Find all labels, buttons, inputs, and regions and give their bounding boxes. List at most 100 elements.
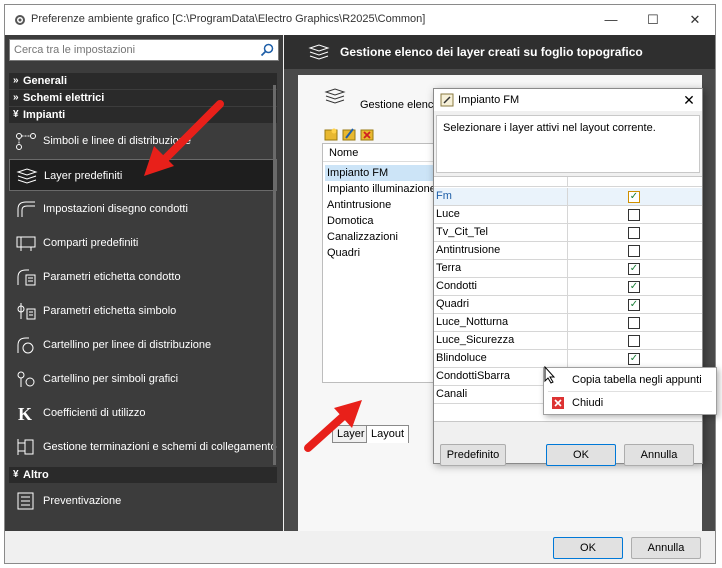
menu-item-gestione-terminazioni[interactable]: Gestione terminazioni e schemi di colleg… xyxy=(9,431,277,463)
layer-name: Terra xyxy=(436,262,462,274)
checklist-row[interactable]: Quadri ✓ xyxy=(434,296,702,314)
grid-separator xyxy=(567,350,568,368)
minimize-button[interactable]: — xyxy=(599,11,623,29)
menu-item-cartellino-simboli-label: Cartellino per simboli grafici xyxy=(43,373,179,385)
layer-name: Fm xyxy=(436,190,452,202)
layer-checkbox[interactable]: ✓ xyxy=(628,299,640,311)
layer-checkbox[interactable] xyxy=(628,245,640,257)
layers-icon xyxy=(308,44,330,60)
search-box[interactable] xyxy=(9,39,279,61)
list-toolbar xyxy=(324,128,374,141)
menu-item-impostazioni-label: Impostazioni disegno condotti xyxy=(43,203,188,215)
grid-separator xyxy=(567,260,568,278)
layer-name: Luce_Sicurezza xyxy=(436,334,515,346)
bottom-bar: OK Annulla xyxy=(5,531,715,563)
mouse-cursor-icon xyxy=(544,366,556,384)
copy-table-label: Copia tabella negli appunti xyxy=(572,374,702,386)
chevron-right-icon: » xyxy=(13,92,19,103)
red-arrow-icon xyxy=(304,400,362,452)
layer-checkbox[interactable]: ✓ xyxy=(628,281,640,293)
menu-item-cartellino-simboli[interactable]: Cartellino per simboli grafici xyxy=(9,363,277,395)
menu-item-cartellino-linee[interactable]: Cartellino per linee di distribuzione xyxy=(9,329,277,361)
checklist-row[interactable]: Luce_Notturna xyxy=(434,314,702,332)
layer-checkbox[interactable] xyxy=(628,209,640,221)
layer-checkbox[interactable]: ✓ xyxy=(628,191,640,203)
chevron-right-icon: » xyxy=(13,75,19,86)
grid-separator xyxy=(567,177,568,187)
menu-item-impostazioni-condotti[interactable]: Impostazioni disegno condotti xyxy=(9,193,277,225)
compartments-icon xyxy=(16,236,36,251)
copy-table-menu-item[interactable]: Copia tabella negli appunti xyxy=(546,369,714,391)
conduit-drawing-icon xyxy=(17,201,35,217)
delete-folder-icon[interactable] xyxy=(360,129,374,141)
terminations-icon xyxy=(17,439,34,455)
section-altro[interactable]: ¥ Altro xyxy=(9,467,277,483)
content-header: Gestione elenco dei layer creati su fogl… xyxy=(284,35,715,69)
distribution-card-icon xyxy=(17,337,34,354)
close-menu-item[interactable]: Chiudi xyxy=(546,392,714,414)
menu-item-parametri-condotto-label: Parametri etichetta condotto xyxy=(43,271,181,283)
grid-separator xyxy=(567,314,568,332)
section-generali-label: Generali xyxy=(23,75,68,87)
grid-separator xyxy=(567,242,568,260)
menu-item-parametri-condotto[interactable]: Parametri etichetta condotto xyxy=(9,261,277,293)
grid-separator xyxy=(567,278,568,296)
edit-folder-icon[interactable] xyxy=(342,128,356,141)
checklist-row[interactable]: Blindoluce ✓ xyxy=(434,350,702,368)
dialog-ok-button[interactable]: OK xyxy=(546,444,616,466)
layer-checkbox[interactable]: ✓ xyxy=(628,263,640,275)
menu-item-parametri-simbolo[interactable]: Parametri etichetta simbolo xyxy=(9,295,277,327)
layer-name: Luce_Notturna xyxy=(436,316,509,328)
menu-item-preventivazione-label: Preventivazione xyxy=(43,495,122,507)
red-arrow-icon xyxy=(144,100,224,176)
grid-header-row xyxy=(434,177,702,187)
grid-separator xyxy=(567,206,568,224)
cancel-button[interactable]: Annulla xyxy=(631,537,701,559)
sidebar-scrollbar[interactable] xyxy=(273,85,276,465)
dialog-title-bar: Impianto FM ✕ xyxy=(434,89,702,111)
search-icon[interactable] xyxy=(260,43,274,57)
checklist-row[interactable]: Luce_Sicurezza xyxy=(434,332,702,350)
ok-button[interactable]: OK xyxy=(553,537,623,559)
layer-name: Quadri xyxy=(436,298,470,310)
grid-separator xyxy=(567,188,568,206)
search-input[interactable] xyxy=(14,43,264,57)
symbol-card-icon xyxy=(17,371,35,387)
layer-name: Luce xyxy=(436,208,460,220)
default-button[interactable]: Predefinito xyxy=(440,444,506,466)
symbol-label-icon xyxy=(17,303,36,320)
layers-icon xyxy=(16,168,38,184)
layer-checkbox[interactable] xyxy=(628,317,640,329)
menu-item-comparti[interactable]: Comparti predefiniti xyxy=(9,227,277,259)
checklist-row[interactable]: Tv_Cit_Tel xyxy=(434,224,702,242)
dialog-close-button[interactable]: ✕ xyxy=(680,91,698,109)
app-gear-icon xyxy=(15,15,25,25)
maximize-button[interactable]: ☐ xyxy=(641,11,665,29)
layer-checkbox[interactable]: ✓ xyxy=(628,353,640,365)
content-title: Gestione elenco dei layer creati su fogl… xyxy=(340,45,643,59)
close-window-button[interactable]: ✕ xyxy=(683,11,707,29)
menu-item-preventivazione[interactable]: Preventivazione xyxy=(9,485,277,517)
window-title: Preferenze ambiente grafico [C:\ProgramD… xyxy=(31,13,426,25)
close-icon xyxy=(552,397,564,409)
context-menu: Copia tabella negli appunti Chiudi xyxy=(543,367,717,415)
layer-checkbox[interactable] xyxy=(628,335,640,347)
checklist-row[interactable]: Terra ✓ xyxy=(434,260,702,278)
chevron-down-icon: ¥ xyxy=(13,469,19,480)
layer-checkbox[interactable] xyxy=(628,227,640,239)
checklist-row[interactable]: Luce xyxy=(434,206,702,224)
dialog-cancel-button[interactable]: Annulla xyxy=(624,444,694,466)
menu-item-cartellino-linee-label: Cartellino per linee di distribuzione xyxy=(43,339,212,351)
menu-item-coefficienti-label: Coefficienti di utilizzo xyxy=(43,407,146,419)
new-folder-icon[interactable] xyxy=(324,128,338,141)
menu-item-coefficienti[interactable]: K Coefficienti di utilizzo xyxy=(9,397,277,429)
checklist-row[interactable]: Antintrusione xyxy=(434,242,702,260)
dialog-title: Impianto FM xyxy=(458,94,520,106)
checklist-row[interactable]: Fm ✓ xyxy=(434,188,702,206)
layer-name: Blindoluce xyxy=(436,352,487,364)
checklist-row[interactable]: Condotti ✓ xyxy=(434,278,702,296)
tab-layout[interactable]: Layout xyxy=(366,425,410,443)
layers-icon xyxy=(324,88,346,104)
section-generali[interactable]: » Generali xyxy=(9,73,277,89)
distribution-lines-icon xyxy=(16,133,36,150)
